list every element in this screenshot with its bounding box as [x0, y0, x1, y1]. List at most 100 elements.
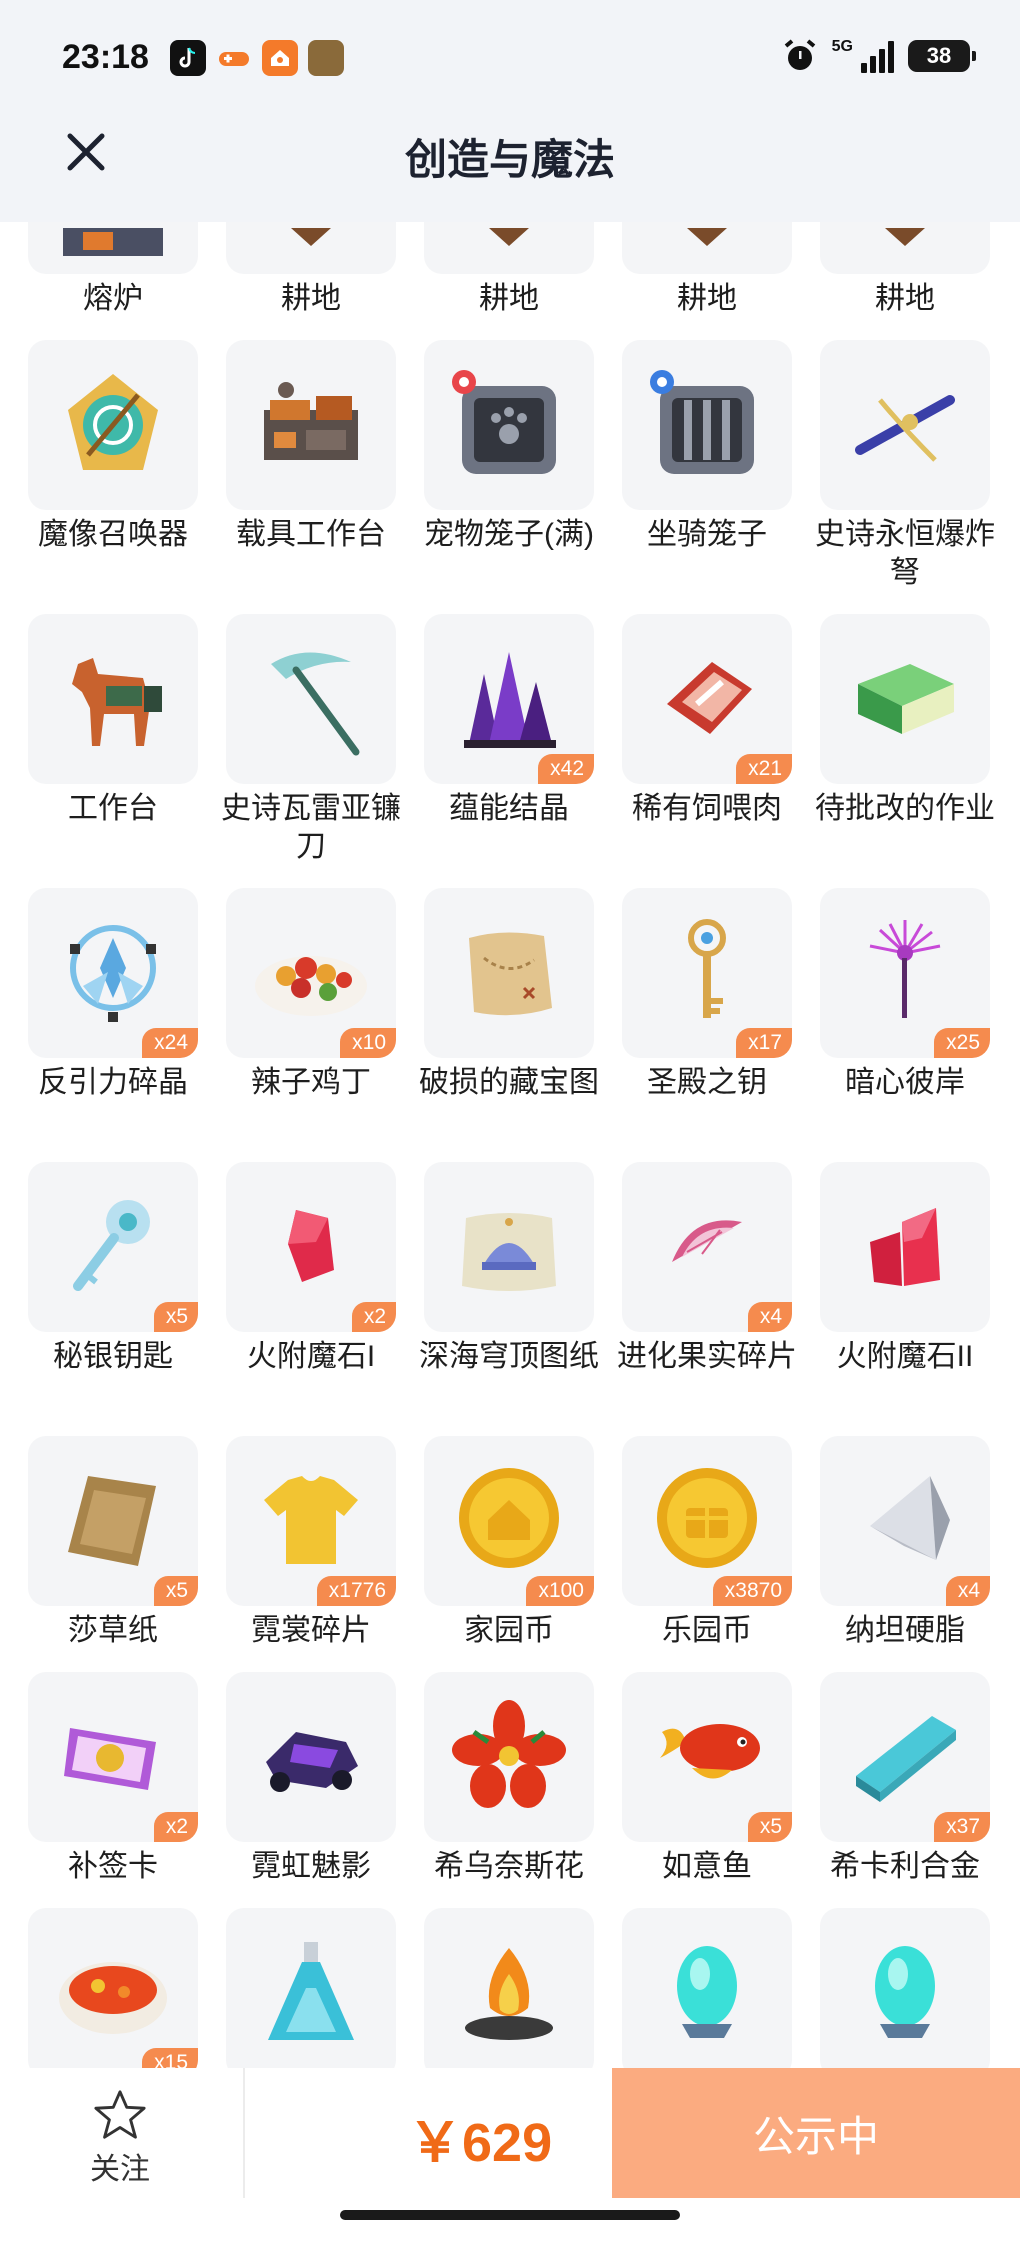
item-row: 魔像召唤器 载具工作台 宠物笼子(满) 坐骑笼子 史诗永恒爆炸弩	[0, 340, 1020, 610]
item-thumbnail	[424, 888, 594, 1058]
item-quantity: x15	[142, 2048, 198, 2068]
item-thumbnail: x24	[28, 888, 198, 1058]
park-coin-icon	[657, 1468, 757, 1568]
item-card[interactable]: 史诗瓦雷亚镰刀	[221, 614, 401, 866]
item-thumbnail: x5	[28, 1436, 198, 1606]
item-card[interactable]: x100 家园币	[424, 1436, 594, 1650]
temple-key-icon	[688, 919, 726, 1018]
home-coin-icon	[459, 1468, 559, 1568]
item-quantity: x5	[153, 1576, 198, 1606]
item-card[interactable]	[820, 1908, 990, 2068]
item-card[interactable]: 破损的藏宝图	[419, 888, 599, 1102]
soup-bowl-icon	[59, 1962, 167, 2034]
blueprint-icon	[462, 1213, 556, 1291]
battery-icon: 38	[908, 40, 976, 72]
item-card[interactable]: 耕地	[226, 222, 396, 318]
item-card[interactable]: 载具工作台	[226, 340, 396, 554]
item-card[interactable]: 熔炉	[28, 222, 198, 318]
item-name: 工作台	[68, 792, 158, 825]
item-card[interactable]: 耕地	[424, 222, 594, 318]
item-card[interactable]: x1776 霓裳碎片	[226, 1436, 396, 1650]
golem-summoner-icon	[68, 374, 158, 470]
follow-button[interactable]: 关注	[60, 2088, 180, 2188]
item-thumbnail: x4	[622, 1162, 792, 1332]
alloy-bar-icon	[856, 1716, 956, 1802]
item-card[interactable]: x4 纳坦硬脂	[820, 1436, 990, 1650]
follow-label: 关注	[90, 2153, 150, 2186]
item-thumbnail	[622, 1908, 792, 2068]
antigravity-shard-icon	[70, 925, 156, 1022]
item-thumbnail: x25	[820, 888, 990, 1058]
item-card[interactable]: x17 圣殿之钥	[622, 888, 792, 1102]
item-thumbnail	[28, 222, 198, 274]
item-row: x2 补签卡 霓虹魅影 希乌奈斯花 x5 如意鱼 x37 希卡利合金	[0, 1672, 1020, 1942]
item-card[interactable]: x2 火附魔石I	[226, 1162, 396, 1376]
item-quantity: x100	[526, 1576, 594, 1606]
item-card[interactable]	[226, 1908, 396, 2068]
item-row: x24 反引力碎晶 x10 辣子鸡丁 破损的藏宝图 x17 圣殿之钥 x25 暗…	[0, 888, 1020, 1158]
item-card[interactable]: 霓虹魅影	[226, 1672, 396, 1886]
item-card[interactable]: 工作台	[28, 614, 198, 828]
mithril-key-icon	[73, 1200, 150, 1291]
item-card[interactable]: x10 辣子鸡丁	[226, 888, 396, 1102]
teal-egg-icon	[875, 1946, 935, 2038]
item-card[interactable]	[424, 1908, 594, 2068]
item-card[interactable]: x24 反引力碎晶	[28, 888, 198, 1102]
item-row: x15	[0, 1908, 1020, 2068]
item-card[interactable]: x21 稀有饲喂肉	[622, 614, 792, 828]
pet-cage-icon	[452, 370, 556, 474]
item-thumbnail	[820, 222, 990, 274]
network-type: 5G	[831, 38, 853, 55]
item-name: 载具工作台	[236, 518, 386, 551]
item-card[interactable]: 深海穹顶图纸	[419, 1162, 599, 1376]
item-name: 稀有饲喂肉	[632, 792, 782, 825]
item-thumbnail: x2	[226, 1162, 396, 1332]
item-card[interactable]: x25 暗心彼岸	[820, 888, 990, 1102]
item-card[interactable]: 宠物笼子(满)	[424, 340, 594, 554]
item-card[interactable]	[622, 1908, 792, 2068]
item-card[interactable]: 坐骑笼子	[622, 340, 792, 554]
item-card[interactable]: 魔像召唤器	[28, 340, 198, 554]
item-card[interactable]: x4 进化果实碎片	[617, 1162, 797, 1376]
crossbow-icon	[855, 395, 955, 462]
item-quantity: x4	[747, 1302, 792, 1332]
item-card[interactable]: 耕地	[622, 222, 792, 318]
item-card[interactable]: 希乌奈斯花	[424, 1672, 594, 1886]
item-card[interactable]: x15	[28, 1908, 198, 2068]
item-card[interactable]: 待批改的作业	[815, 614, 995, 828]
item-quantity: x24	[142, 1028, 198, 1058]
item-grid[interactable]: 熔炉 耕地 耕地 耕地 耕地 魔像召唤器 载具工作台 宠物笼子(满) 坐骑笼子 …	[0, 222, 1020, 2068]
item-thumbnail: x3870	[622, 1436, 792, 1606]
item-quantity: x25	[934, 1028, 990, 1058]
spider-lily-icon	[869, 920, 941, 1018]
mount-cage-icon	[650, 370, 754, 474]
item-card[interactable]: 火附魔石II	[820, 1162, 990, 1376]
item-card[interactable]: x5 秘银钥匙	[28, 1162, 198, 1376]
item-name: 深海穹顶图纸	[419, 1340, 599, 1373]
item-row: x5 莎草纸 x1776 霓裳碎片 x100 家园币 x3870 乐园币 x4 …	[0, 1436, 1020, 1706]
ticket-icon	[64, 1728, 156, 1790]
item-card[interactable]: 史诗永恒爆炸弩	[815, 340, 995, 592]
item-thumbnail	[28, 614, 198, 784]
item-card[interactable]: x5 如意鱼	[622, 1672, 792, 1886]
tiktok-icon	[170, 40, 206, 76]
item-card[interactable]: x37 希卡利合金	[820, 1672, 990, 1886]
spicy-chicken-icon	[255, 956, 367, 1016]
item-name: 希乌奈斯花	[434, 1850, 584, 1883]
item-thumbnail: x15	[28, 1908, 198, 2068]
divider	[243, 2068, 245, 2198]
status-button[interactable]: 公示中	[612, 2068, 1020, 2198]
item-thumbnail	[424, 1162, 594, 1332]
home-indicator[interactable]	[340, 2210, 680, 2220]
item-thumbnail: x5	[28, 1162, 198, 1332]
item-thumbnail	[622, 222, 792, 274]
homework-icon	[858, 664, 954, 734]
item-thumbnail	[820, 340, 990, 510]
item-thumbnail	[226, 222, 396, 274]
item-thumbnail	[226, 614, 396, 784]
item-card[interactable]: x3870 乐园币	[622, 1436, 792, 1650]
item-card[interactable]: x2 补签卡	[28, 1672, 198, 1886]
item-card[interactable]: x42 蕴能结晶	[424, 614, 594, 828]
item-card[interactable]: 耕地	[820, 222, 990, 318]
item-card[interactable]: x5 莎草纸	[28, 1436, 198, 1650]
